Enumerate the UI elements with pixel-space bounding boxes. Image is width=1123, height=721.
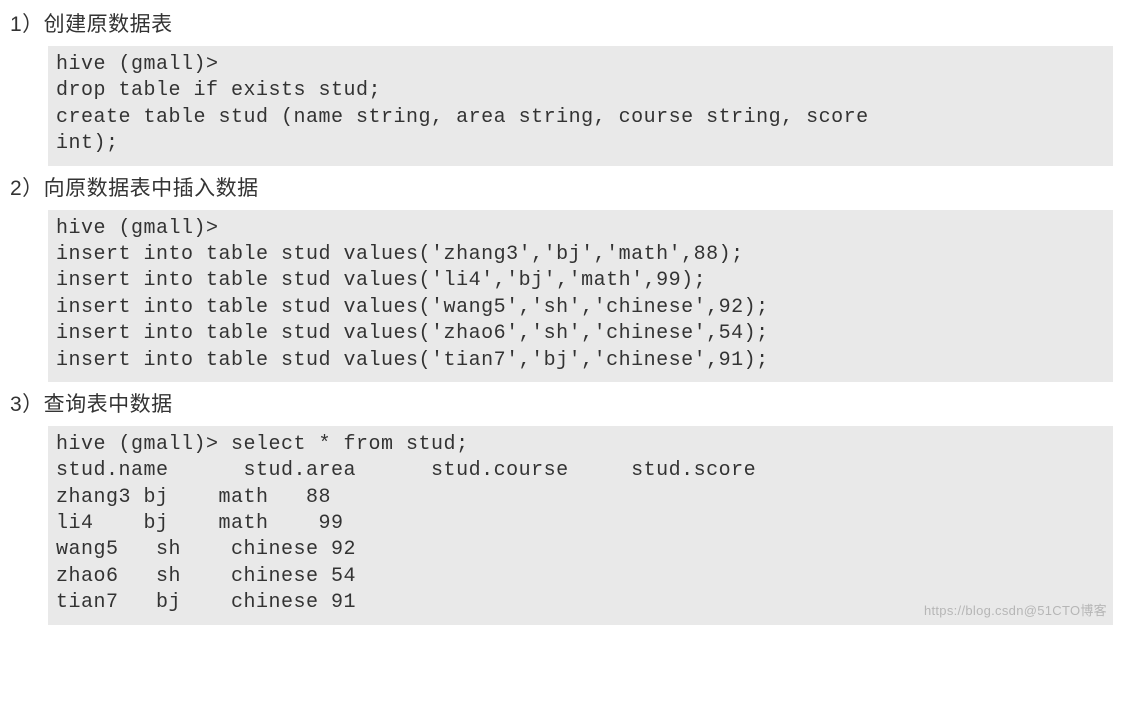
section-3: 3）查询表中数据 hive (gmall)> select * from stu… xyxy=(0,388,1123,625)
section-title-2: 2）向原数据表中插入数据 xyxy=(0,172,1123,202)
watermark-text: https://blog.csdn@51CTO博客 xyxy=(924,600,1107,619)
section-title-1: 1）创建原数据表 xyxy=(0,8,1123,38)
code-block-1: hive (gmall)> drop table if exists stud;… xyxy=(48,46,1113,166)
section-2: 2）向原数据表中插入数据 hive (gmall)> insert into t… xyxy=(0,172,1123,382)
code-block-2: hive (gmall)> insert into table stud val… xyxy=(48,210,1113,382)
section-1: 1）创建原数据表 hive (gmall)> drop table if exi… xyxy=(0,8,1123,166)
section-title-3: 3）查询表中数据 xyxy=(0,388,1123,418)
code-block-3: hive (gmall)> select * from stud; stud.n… xyxy=(48,426,1113,625)
